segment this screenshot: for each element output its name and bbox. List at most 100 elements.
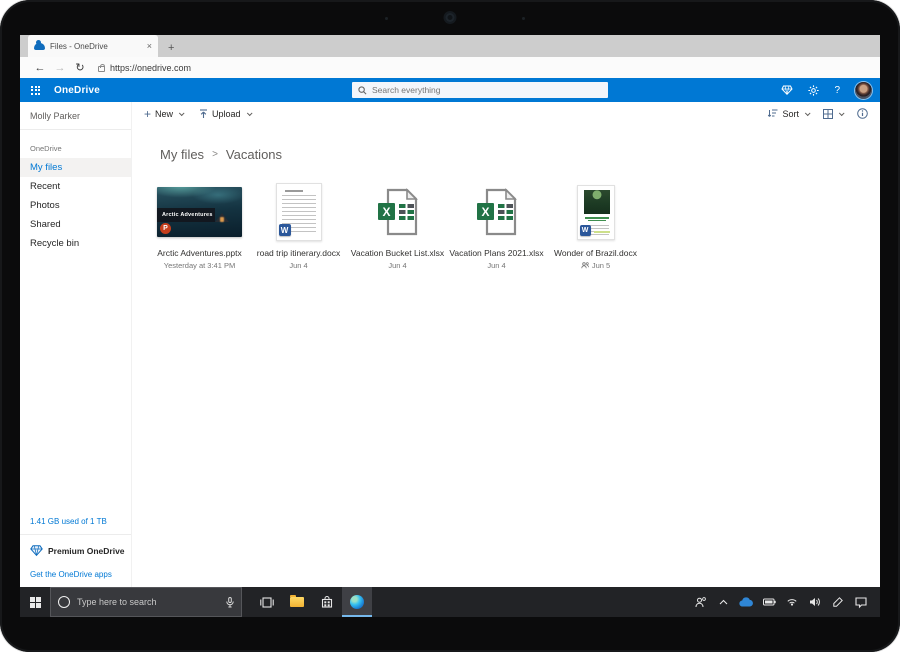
task-view-button[interactable] [252, 587, 282, 617]
sidebar: Molly Parker OneDrive My files Recent Ph… [20, 102, 132, 587]
forward-icon: → [50, 62, 70, 74]
url-field[interactable]: https://onedrive.com [98, 63, 191, 73]
sidebar-item-my-files[interactable]: My files [20, 158, 131, 177]
plus-icon: + [144, 109, 151, 119]
system-tray [693, 587, 880, 617]
start-button[interactable] [20, 587, 50, 617]
upload-button[interactable]: Upload [199, 109, 251, 119]
onedrive-header: OneDrive ? [20, 78, 880, 102]
task-view-icon [260, 597, 274, 608]
sidebar-item-shared[interactable]: Shared [20, 215, 131, 234]
powerpoint-icon: P [160, 223, 171, 234]
tab-close-icon[interactable]: × [147, 41, 152, 51]
new-button[interactable]: + New [144, 109, 183, 119]
info-icon[interactable] [857, 108, 868, 119]
onedrive-cloud-icon[interactable] [739, 598, 753, 607]
file-date: Jun 4 [289, 261, 307, 270]
people-icon[interactable] [693, 597, 707, 608]
back-icon[interactable]: ← [30, 62, 50, 74]
file-tile-vacation-plans-2021[interactable]: X Vacation Plans 2021.xlsx Jun 4 [447, 182, 546, 270]
sort-button[interactable]: Sort [768, 109, 809, 119]
breadcrumb-root[interactable]: My files [160, 147, 204, 162]
file-explorer-button[interactable] [282, 587, 312, 617]
file-name: Vacation Plans 2021.xlsx [449, 248, 543, 258]
search-icon [358, 86, 367, 95]
sensor-dot [385, 17, 388, 20]
cortana-icon [58, 596, 70, 608]
search-input[interactable] [372, 85, 602, 95]
action-center-icon[interactable] [854, 597, 868, 607]
windows-logo-icon [30, 597, 41, 608]
edge-button[interactable] [342, 587, 372, 617]
svg-text:X: X [382, 205, 390, 219]
app-launcher-icon[interactable] [31, 86, 40, 95]
pptx-thumbnail: Arctic Adventures P [157, 187, 242, 237]
sidebar-item-recent[interactable]: Recent [20, 177, 131, 196]
svg-text:X: X [481, 205, 489, 219]
word-icon: W [279, 224, 291, 236]
premium-diamond-icon[interactable] [781, 85, 793, 95]
microsoft-store-button[interactable] [312, 587, 342, 617]
storage-usage-link[interactable]: 1.41 GB used of 1 TB [20, 517, 131, 535]
chevron-down-icon [805, 110, 811, 116]
user-avatar[interactable] [855, 82, 872, 99]
windows-taskbar [20, 587, 880, 617]
file-date: Jun 5 [581, 261, 610, 270]
windows-ink-pen-icon[interactable] [831, 597, 845, 607]
doc-title-line [285, 190, 303, 192]
doc-title-line [588, 220, 606, 222]
tent-graphic [215, 213, 229, 222]
xlsx-icon: X [375, 187, 421, 237]
file-grid: Arctic Adventures P Arctic Adventures.pp… [150, 182, 880, 270]
network-icon[interactable] [785, 598, 799, 607]
layout-toggle-button[interactable] [823, 109, 843, 119]
url-text: https://onedrive.com [110, 63, 191, 73]
battery-icon[interactable] [762, 598, 776, 606]
taskbar-search-input[interactable] [77, 597, 185, 607]
sidebar-item-photos[interactable]: Photos [20, 196, 131, 215]
premium-row[interactable]: Premium OneDrive [20, 535, 131, 566]
premium-label: Premium OneDrive [48, 546, 125, 556]
file-date: Jun 4 [487, 261, 505, 270]
sensor-dot [522, 17, 525, 20]
file-tile-road-trip-itinerary[interactable]: W road trip itinerary.docx Jun 4 [249, 182, 348, 270]
refresh-icon[interactable]: ↻ [70, 61, 90, 74]
new-tab-button[interactable]: + [168, 42, 174, 57]
file-name: road trip itinerary.docx [257, 248, 340, 258]
doc-title-line [585, 217, 609, 219]
edge-icon [350, 595, 364, 609]
view-controls: Sort [768, 108, 868, 119]
file-date: Jun 4 [388, 261, 406, 270]
browser-tab[interactable]: Files - OneDrive × [28, 35, 158, 57]
docx-thumbnail: W [276, 183, 322, 241]
sidebar-user-name: Molly Parker [20, 102, 131, 130]
settings-gear-icon[interactable] [808, 85, 819, 96]
word-icon: W [580, 225, 591, 236]
file-name: Wonder of Brazil.docx [554, 248, 637, 258]
help-icon[interactable]: ? [834, 85, 840, 96]
chevron-down-icon [246, 110, 252, 116]
app-title[interactable]: OneDrive [54, 85, 100, 96]
get-apps-link[interactable]: Get the OneDrive apps [20, 566, 131, 579]
file-tile-vacation-bucket-list[interactable]: X Vacation Bucket List.xlsx Jun 4 [348, 182, 447, 270]
search-box[interactable] [352, 82, 608, 98]
file-explorer-icon [290, 597, 304, 607]
rainforest-image [584, 190, 610, 214]
file-date: Yesterday at 3:41 PM [164, 261, 235, 270]
header-actions: ? [781, 78, 872, 102]
microphone-icon[interactable] [226, 597, 234, 608]
volume-icon[interactable] [808, 597, 822, 607]
file-tile-wonder-of-brazil[interactable]: W Wonder of Brazil.docx Jun 5 [546, 182, 645, 270]
browser-tab-strip: Files - OneDrive × + [20, 35, 880, 57]
sidebar-bottom: 1.41 GB used of 1 TB Premium OneDrive Ge… [20, 517, 131, 587]
main-panel: + New Upload Sort [132, 102, 880, 587]
breadcrumb-current[interactable]: Vacations [226, 147, 282, 162]
hidden-icons-chevron[interactable] [716, 599, 730, 605]
grid-view-icon [823, 109, 833, 119]
taskbar-search-box[interactable] [50, 587, 242, 617]
diamond-icon [30, 545, 43, 556]
sidebar-section-label: OneDrive [20, 130, 131, 158]
sort-icon [768, 109, 778, 118]
sidebar-item-recycle-bin[interactable]: Recycle bin [20, 234, 131, 253]
file-tile-arctic-adventures[interactable]: Arctic Adventures P Arctic Adventures.pp… [150, 182, 249, 270]
